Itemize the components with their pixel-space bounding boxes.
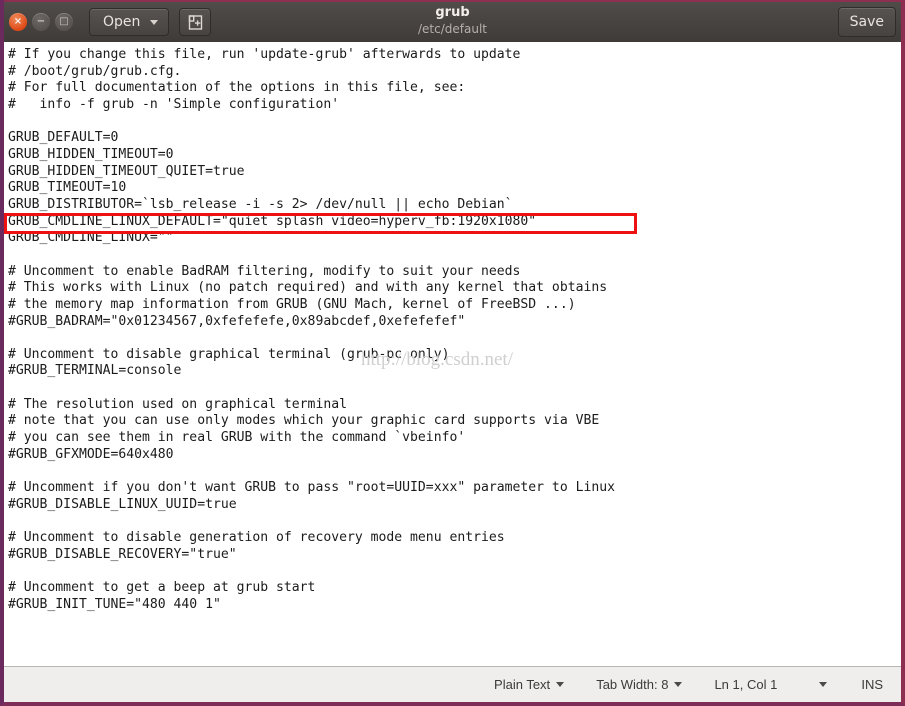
insert-mode-indicator[interactable]: INS xyxy=(843,677,889,692)
new-tab-icon xyxy=(188,14,203,30)
language-selector[interactable]: Plain Text xyxy=(478,677,580,692)
save-button-label: Save xyxy=(849,14,884,30)
save-button[interactable]: Save xyxy=(837,7,896,37)
chevron-down-icon xyxy=(556,682,565,687)
cursor-position-label: Ln 1, Col 1 xyxy=(714,677,778,692)
chevron-down-icon xyxy=(150,19,159,25)
chevron-down-icon xyxy=(819,682,828,687)
tab-width-label: Tab Width: 8 xyxy=(596,677,669,692)
new-tab-button[interactable] xyxy=(179,8,212,36)
maximize-window-button[interactable]: □ xyxy=(55,13,73,31)
cursor-position: Ln 1, Col 1 xyxy=(698,677,803,692)
gedit-window: × − □ Open grub /etc/default Save # If y… xyxy=(0,0,905,706)
text-editor-area[interactable]: # If you change this file, run 'update-g… xyxy=(4,42,901,666)
tab-width-selector[interactable]: Tab Width: 8 xyxy=(580,677,698,692)
minimize-window-button[interactable]: − xyxy=(32,13,50,31)
close-window-button[interactable]: × xyxy=(9,13,27,31)
status-bar: Plain Text Tab Width: 8 Ln 1, Col 1 INS xyxy=(4,666,901,702)
file-content[interactable]: # If you change this file, run 'update-g… xyxy=(4,42,901,613)
insert-mode-label: INS xyxy=(861,677,883,692)
cursor-position-dropdown[interactable] xyxy=(803,682,843,687)
close-icon: × xyxy=(13,16,23,27)
minimize-icon: − xyxy=(36,16,46,27)
language-label: Plain Text xyxy=(494,677,551,692)
title-bar: × − □ Open grub /etc/default Save xyxy=(4,0,901,42)
open-button-label: Open xyxy=(103,14,141,30)
window-controls: × − □ xyxy=(9,13,73,31)
chevron-down-icon xyxy=(674,682,683,687)
open-button[interactable]: Open xyxy=(89,8,170,36)
maximize-icon: □ xyxy=(59,16,69,27)
